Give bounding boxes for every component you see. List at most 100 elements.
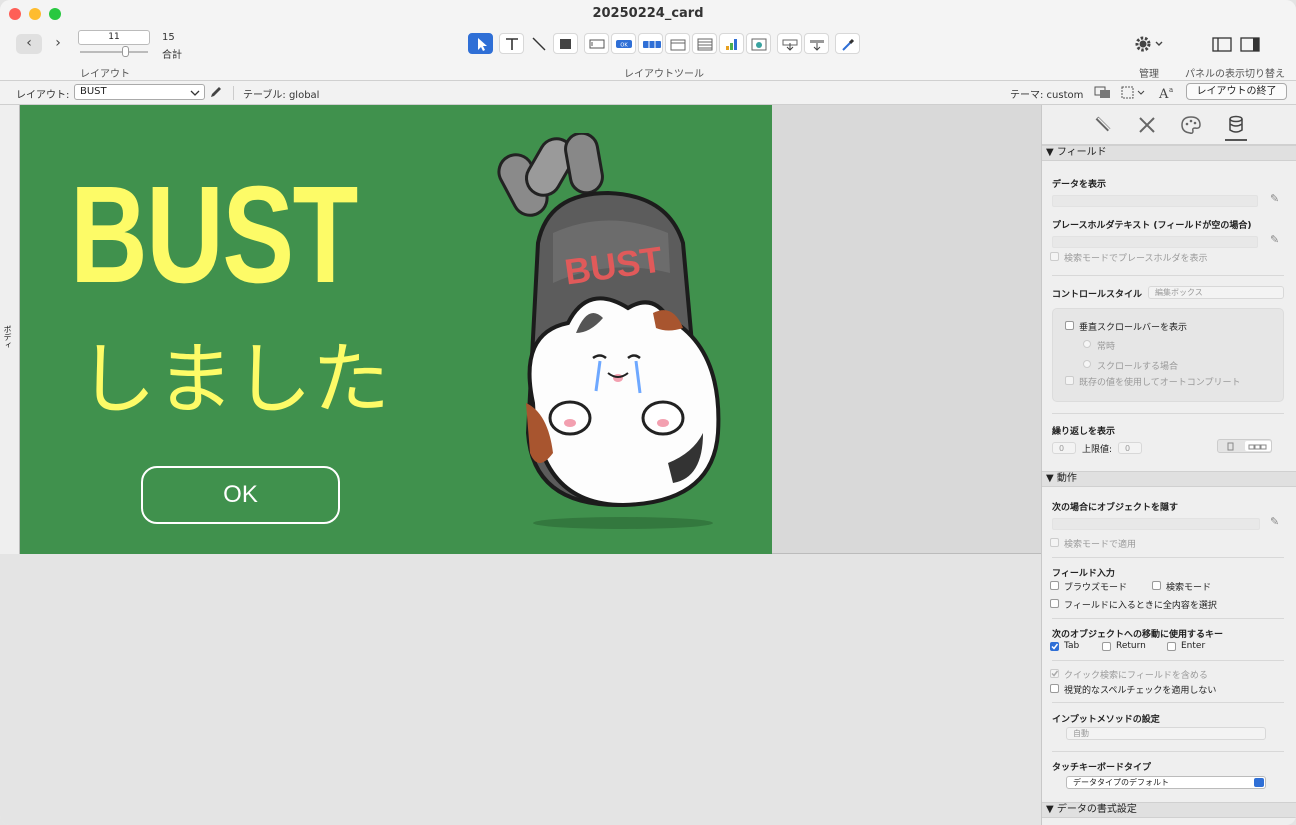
vscroll-checkbox[interactable] xyxy=(1065,321,1074,330)
button-bar-tool[interactable] xyxy=(638,33,663,54)
pointer-tool[interactable] xyxy=(468,33,493,54)
upper-limit-input[interactable]: 0 xyxy=(1118,442,1142,454)
layout-canvas[interactable]: ボディ BUST しました OK BUST xyxy=(0,105,1041,825)
control-style-select[interactable]: 編集ボックス xyxy=(1148,286,1284,299)
repeat-orientation-control[interactable] xyxy=(1217,439,1272,453)
cat-punching-bag-illustration[interactable]: BUST xyxy=(478,133,722,533)
bust-card[interactable]: BUST しました OK BUST xyxy=(20,105,772,554)
pointer-arrow-icon xyxy=(478,38,487,51)
insert-field-tool[interactable] xyxy=(777,33,802,54)
theme-button[interactable] xyxy=(1094,85,1112,100)
apply-find-label: 検索モードで適用 xyxy=(1064,540,1137,550)
always-radio[interactable] xyxy=(1083,340,1091,348)
web-viewer-tool[interactable] xyxy=(746,33,771,54)
field-tool[interactable] xyxy=(584,33,609,54)
divider xyxy=(1052,413,1284,414)
text-tool[interactable] xyxy=(499,33,524,54)
next-record-button[interactable]: › xyxy=(45,34,71,54)
tab-control-tool[interactable] xyxy=(665,33,690,54)
record-slider-knob[interactable] xyxy=(122,46,129,57)
input-method-select[interactable]: 自動 xyxy=(1066,727,1266,740)
button-tool[interactable]: OK xyxy=(611,33,636,54)
browse-mode-checkbox[interactable] xyxy=(1050,581,1059,590)
button-ok-icon: OK xyxy=(616,40,632,49)
insert-part-tool[interactable] xyxy=(804,33,829,54)
record-number-input[interactable]: 11 xyxy=(78,30,150,45)
edit-layout-button[interactable] xyxy=(209,85,223,99)
chevron-left-icon: ‹ xyxy=(26,35,32,51)
behavior-section-header[interactable]: ▼ 動作 xyxy=(1042,471,1296,487)
bust-subtext[interactable]: しました xyxy=(78,317,390,429)
tab-key-checkbox[interactable] xyxy=(1050,642,1059,651)
show-data-label: データを表示 xyxy=(1052,180,1107,190)
toggle-left-panel-button[interactable] xyxy=(1212,37,1232,52)
placeholder-find-checkbox[interactable] xyxy=(1050,252,1059,261)
divider xyxy=(233,86,234,100)
find-mode-checkbox[interactable] xyxy=(1152,581,1161,590)
exit-layout-button[interactable]: レイアウトの終了 xyxy=(1186,83,1287,100)
tab-data[interactable] xyxy=(1225,114,1247,141)
placeholder-field[interactable] xyxy=(1052,236,1258,248)
gear-icon xyxy=(1135,36,1163,52)
toggle-right-panel-button[interactable] xyxy=(1240,37,1260,52)
theme-label: テーマ: custom xyxy=(1010,90,1084,101)
apply-find-checkbox[interactable] xyxy=(1050,538,1059,547)
quick-find-checkbox[interactable] xyxy=(1050,669,1059,678)
grid-button[interactable] xyxy=(1120,85,1150,100)
vscroll-label: 垂直スクロールバーを表示 xyxy=(1079,323,1188,333)
field-section-header[interactable]: ▼ フィールド xyxy=(1042,145,1296,161)
text-t-icon xyxy=(506,38,518,50)
always-label: 常時 xyxy=(1097,342,1116,352)
hide-when-field[interactable] xyxy=(1052,518,1260,530)
eyedropper-icon xyxy=(842,38,855,51)
text-format-button[interactable]: Aa xyxy=(1158,84,1176,102)
enter-key-checkbox[interactable] xyxy=(1167,642,1176,651)
chart-tool[interactable] xyxy=(719,33,744,54)
find-mode-label: 検索モード xyxy=(1166,583,1212,593)
tab-appearance[interactable] xyxy=(1180,114,1202,136)
portal-tool[interactable] xyxy=(692,33,717,54)
line-icon xyxy=(532,37,546,51)
bust-headline[interactable]: BUST xyxy=(70,155,358,315)
shape-tool[interactable] xyxy=(553,33,578,54)
format-painter-tool[interactable] xyxy=(835,33,860,54)
repeat-start-input[interactable]: 0 xyxy=(1052,442,1076,454)
show-data-field[interactable] xyxy=(1052,195,1258,207)
pencil-icon[interactable]: ✎ xyxy=(1270,233,1279,246)
data-format-section-header[interactable]: ▼ データの書式設定 xyxy=(1042,802,1296,818)
repeat-start-value: 0 xyxy=(1059,444,1065,453)
touch-keyboard-select[interactable]: データタイプのデフォルト xyxy=(1066,776,1266,789)
previous-record-button[interactable]: ‹ xyxy=(16,34,42,54)
divider xyxy=(1052,275,1284,276)
line-tool[interactable] xyxy=(526,33,551,54)
tab-position[interactable] xyxy=(1092,114,1114,136)
record-slider-track[interactable] xyxy=(80,51,148,53)
font-size-icon: Aa xyxy=(1158,86,1173,102)
select-all-label: フィールドに入るときに全内容を選択 xyxy=(1064,601,1217,611)
divider xyxy=(1052,751,1284,752)
tab-styles[interactable] xyxy=(1136,114,1158,136)
return-key-checkbox[interactable] xyxy=(1102,642,1111,651)
body-part[interactable]: BUST しました OK BUST xyxy=(20,105,1041,554)
pencil-icon xyxy=(211,87,221,97)
portal-icon xyxy=(697,38,713,51)
pencil-icon[interactable]: ✎ xyxy=(1270,192,1279,205)
theme-icon xyxy=(1094,86,1110,98)
when-scroll-radio[interactable] xyxy=(1083,360,1091,368)
upper-limit-label: 上限値: xyxy=(1082,445,1113,455)
pencil-icon[interactable]: ✎ xyxy=(1270,515,1279,528)
grid-icon xyxy=(1121,86,1145,99)
input-method-value: 自動 xyxy=(1073,729,1089,738)
autocomplete-checkbox[interactable] xyxy=(1065,376,1074,385)
layout-select[interactable]: BUST xyxy=(74,84,205,100)
spellcheck-label: 視覚的なスペルチェックを適用しない xyxy=(1064,686,1217,696)
manage-button[interactable] xyxy=(1133,35,1169,55)
left-sidebar-icon xyxy=(1212,37,1232,52)
placeholder-find-label: 検索モードでプレースホルダを表示 xyxy=(1064,254,1208,264)
select-all-checkbox[interactable] xyxy=(1050,599,1059,608)
control-style-label: コントロールスタイル xyxy=(1052,290,1143,300)
spellcheck-checkbox[interactable] xyxy=(1050,684,1059,693)
body-part-label[interactable]: ボディ xyxy=(2,325,13,349)
ok-button[interactable]: OK xyxy=(141,466,340,524)
tools-icon xyxy=(1139,117,1155,133)
